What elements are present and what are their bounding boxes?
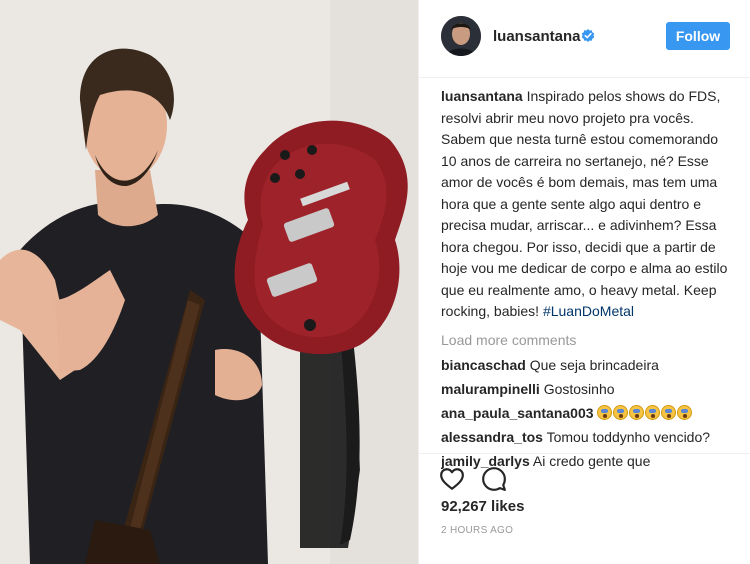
post-header: luansantana Follow bbox=[419, 0, 750, 78]
screaming-face-emoji-icon bbox=[613, 404, 629, 420]
comment-username[interactable]: alessandra_tos bbox=[441, 429, 543, 445]
screaming-face-emoji-icon bbox=[677, 404, 693, 420]
post-side-panel: luansantana Follow luansantana Inspirado… bbox=[418, 0, 750, 564]
caption-username[interactable]: luansantana bbox=[441, 88, 523, 104]
comment-bubble-icon[interactable] bbox=[481, 466, 507, 492]
photo-illustration bbox=[0, 0, 418, 564]
screaming-face-emoji-icon bbox=[661, 404, 677, 420]
comment-item: ana_paula_santana003 bbox=[441, 401, 737, 425]
screaming-face-emoji-icon bbox=[645, 404, 661, 420]
caption-text: Inspirado pelos shows do FDS, resolvi ab… bbox=[441, 88, 728, 319]
caption: luansantana Inspirado pelos shows do FDS… bbox=[441, 86, 737, 323]
avatar[interactable] bbox=[441, 16, 481, 56]
comment-item: alessandra_tos Tomou toddynho vencido? bbox=[441, 425, 737, 449]
comment-username[interactable]: biancaschad bbox=[441, 357, 526, 373]
post-actions: 92,267 likes 2 HOURS AGO bbox=[419, 453, 750, 564]
post-username[interactable]: luansantana bbox=[493, 28, 581, 45]
post-timestamp[interactable]: 2 HOURS AGO bbox=[441, 525, 513, 536]
screaming-face-emoji-icon bbox=[597, 404, 613, 420]
hashtag-link[interactable]: #LuanDoMetal bbox=[543, 303, 634, 319]
comment-username[interactable]: malurampinelli bbox=[441, 381, 540, 397]
heart-icon[interactable] bbox=[439, 466, 465, 492]
follow-button[interactable]: Follow bbox=[666, 22, 730, 50]
likes-count[interactable]: 92,267 likes bbox=[441, 498, 524, 515]
load-more-comments-link[interactable]: Load more comments bbox=[441, 329, 737, 351]
comment-username[interactable]: ana_paula_santana003 bbox=[441, 405, 594, 421]
comment-text: Gostosinho bbox=[539, 380, 615, 397]
post-photo[interactable] bbox=[0, 0, 418, 564]
comment-item: biancaschad Que seja brincadeira bbox=[441, 353, 737, 377]
comment-text: Tomou toddynho vencido? bbox=[542, 428, 711, 445]
emoji-row bbox=[597, 404, 693, 421]
avatar-image bbox=[441, 16, 481, 56]
comment-text: Que seja brincadeira bbox=[525, 356, 659, 373]
screaming-face-emoji-icon bbox=[629, 404, 645, 420]
comment-item: malurampinelli Gostosinho bbox=[441, 377, 737, 401]
comments-section: luansantana Inspirado pelos shows do FDS… bbox=[441, 86, 737, 473]
verified-badge-icon bbox=[581, 29, 595, 42]
